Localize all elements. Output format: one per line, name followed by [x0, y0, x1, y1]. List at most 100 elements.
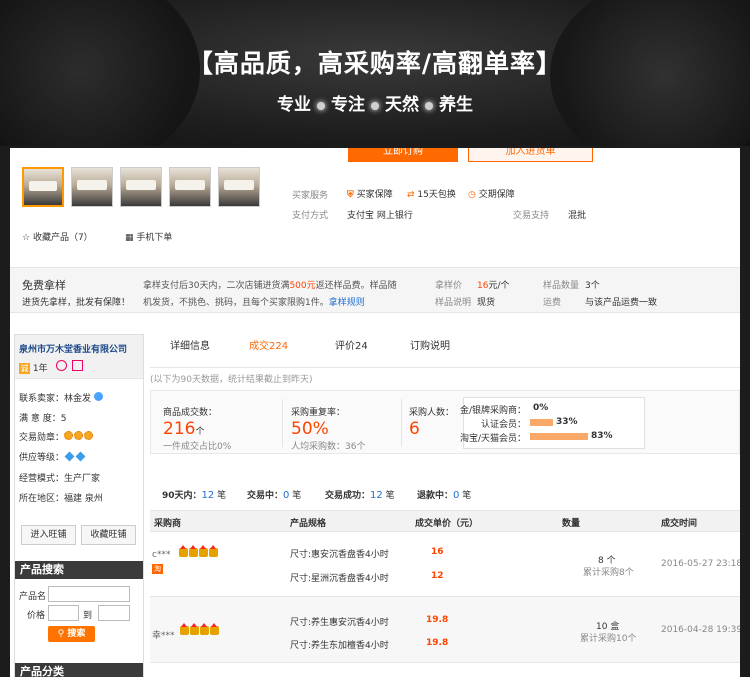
unit-price: 12	[431, 571, 444, 581]
repeat-value: 50%	[291, 419, 329, 439]
price-max-input[interactable]	[98, 605, 130, 621]
product-name-label: 产品名	[19, 592, 47, 602]
contact-seller: 联系卖家：林金发	[19, 391, 103, 404]
banner-tag: 专业	[277, 95, 311, 115]
breakdown-value: 33%	[556, 417, 578, 427]
banner: 【高品质，高采购率/高翻单率】 专业 专注 天然 养生	[0, 0, 750, 146]
price-min-input[interactable]	[48, 605, 79, 621]
product-thumbnail[interactable]	[169, 167, 211, 207]
repeat-label: 采购重复率：	[291, 408, 346, 418]
satisfaction-label: 满 意 度：	[19, 414, 61, 424]
supply-level: 供应等级：	[19, 450, 86, 463]
service-buyer-protection[interactable]: ⛨ 买家保障	[347, 187, 393, 200]
crown-icon	[200, 623, 209, 635]
sample-note-value: 现货	[477, 298, 496, 308]
banner-tag: 专注	[331, 95, 365, 115]
crown-icon	[190, 623, 199, 635]
sample-note-label: 样品说明	[435, 298, 472, 308]
trade-support-value: 混批	[568, 211, 587, 221]
price-to-label: 到	[83, 611, 93, 621]
exchange-icon: ⇄	[407, 190, 415, 200]
unit-price: 19.8	[426, 615, 449, 625]
company-name[interactable]: 泉州市万木堂香业有限公司	[19, 342, 127, 355]
search-button-label: 搜索	[67, 629, 86, 639]
free-sample-desc-2: 机发货，不挑色、挑码，且每个买家限购1件。拿样规则	[143, 295, 365, 308]
crown-icon	[179, 545, 188, 557]
seller-sidebar: 泉州市万木堂香业有限公司 诚 1年 联系卖家：林金发 满 意 度：5 交易勋章：…	[14, 334, 144, 677]
service-15day-exchange[interactable]: ⇄ 15天包换	[407, 187, 456, 200]
contact-name[interactable]: 林金发	[64, 394, 91, 404]
search-button[interactable]: ⚲ 搜索	[48, 626, 95, 642]
tab-transactions[interactable]: 成交224	[249, 334, 288, 368]
desc-text: 机发货，不挑色、挑码，且每个买家限购1件。	[143, 298, 329, 308]
unit-price: 19.8	[426, 638, 449, 648]
breakdown-value: 0%	[533, 403, 549, 413]
favorite-shop-button[interactable]: 收藏旺铺	[81, 525, 136, 545]
service-delivery-guarantee[interactable]: ◷ 交期保障	[468, 187, 515, 200]
seller-header: 泉州市万木堂香业有限公司 诚 1年	[15, 335, 143, 379]
detail-tabs: 详细信息 成交224 评价24 订购说明	[150, 334, 740, 368]
wangwang-chat-icon[interactable]	[93, 392, 103, 401]
diamond-icon	[75, 451, 86, 462]
buyer-name: c***	[152, 550, 171, 560]
buyers-label: 采购人数：	[409, 408, 455, 418]
breakdown-bar	[530, 419, 553, 426]
tab-order-notes[interactable]: 订购说明	[410, 334, 450, 368]
buyer-service-label: 买家服务	[292, 191, 329, 201]
enter-shop-button[interactable]: 进入旺铺	[21, 525, 76, 545]
tab-details[interactable]: 详细信息	[170, 334, 210, 368]
summary-success: 交易成功：12 笔	[325, 488, 395, 501]
supply-label: 供应等级：	[19, 453, 65, 463]
search-icon: ⚲	[57, 629, 65, 639]
buy-now-button[interactable]: 立即订购	[348, 148, 458, 162]
sample-price-value: 16	[477, 281, 489, 291]
product-category-title: 产品分类	[15, 663, 143, 677]
buyer-breakdown: 金/银牌采购商： 0% 认证会员： 33% 淘宝/天猫会员： 83%	[459, 397, 645, 449]
col-price: 成交单价（元）	[415, 519, 479, 529]
orders-value: 216	[163, 419, 196, 439]
product-thumbnail[interactable]	[22, 167, 64, 207]
tab-reviews[interactable]: 评价24	[335, 334, 368, 368]
breakdown-value: 83%	[591, 431, 613, 441]
product-thumbnail[interactable]	[218, 167, 260, 207]
sample-price: 16元/个	[477, 278, 510, 291]
banner-tag: 养生	[439, 95, 473, 115]
mobile-order-button[interactable]: ▦ 手机下单	[125, 230, 172, 243]
crown-icon	[209, 545, 218, 557]
summary-value: 0	[283, 490, 290, 501]
product-thumbnail[interactable]	[71, 167, 113, 207]
buyer-level	[180, 623, 220, 638]
breakdown-label: 金/银牌采购商：	[459, 406, 526, 416]
breakdown-label: 认证会员：	[480, 420, 526, 430]
product-thumbnail[interactable]	[120, 167, 162, 207]
favorite-product-button[interactable]: ☆ 收藏产品（7）	[22, 230, 93, 243]
banner-tagline: 专业 专注 天然 养生	[0, 90, 750, 115]
transaction-stats: 商品成交数： 216个 一件成交占比0% 采购重复率： 50% 人均采购数：36…	[150, 390, 740, 454]
unit-price: 16	[431, 547, 444, 557]
medal-label: 交易勋章：	[19, 433, 65, 443]
glow-dot-icon	[317, 101, 325, 110]
product-name-input[interactable]	[48, 586, 130, 602]
glow-dot-icon	[425, 101, 433, 110]
summary-unit: 笔	[385, 491, 395, 501]
col-qty: 数量	[562, 519, 581, 529]
add-to-cart-button[interactable]: 加入进货单	[468, 148, 593, 162]
shipping-value: 与该产品运费一致	[585, 298, 658, 308]
payment-methods: 支付宝 网上银行	[347, 211, 413, 221]
transaction-time: 2016-05-27 23:18:5	[661, 559, 740, 569]
credit-icon	[72, 360, 84, 371]
breakdown-label: 淘宝/天猫会员：	[459, 434, 526, 444]
desc-text: 返还样品费。样品随	[315, 281, 397, 291]
shield-icon: ⛨	[347, 190, 354, 200]
membership-badge-icon: 诚	[19, 363, 30, 374]
sample-rules-link[interactable]: 拿样规则	[329, 298, 365, 308]
transactions-table-header: 采购商 产品规格 成交单价（元） 数量 成交时间	[150, 510, 740, 532]
payment-method-label: 支付方式	[292, 211, 329, 221]
summary-label: 交易中：	[247, 491, 284, 501]
satisfaction: 满 意 度：5	[19, 411, 66, 424]
sample-price-unit: 元/个	[488, 281, 510, 291]
transaction-time: 2016-04-28 19:39:5	[661, 625, 740, 635]
orders-count: 216个	[163, 419, 204, 439]
trade-medal: 交易勋章：	[19, 430, 94, 443]
model-value: 生产厂家	[64, 474, 101, 484]
